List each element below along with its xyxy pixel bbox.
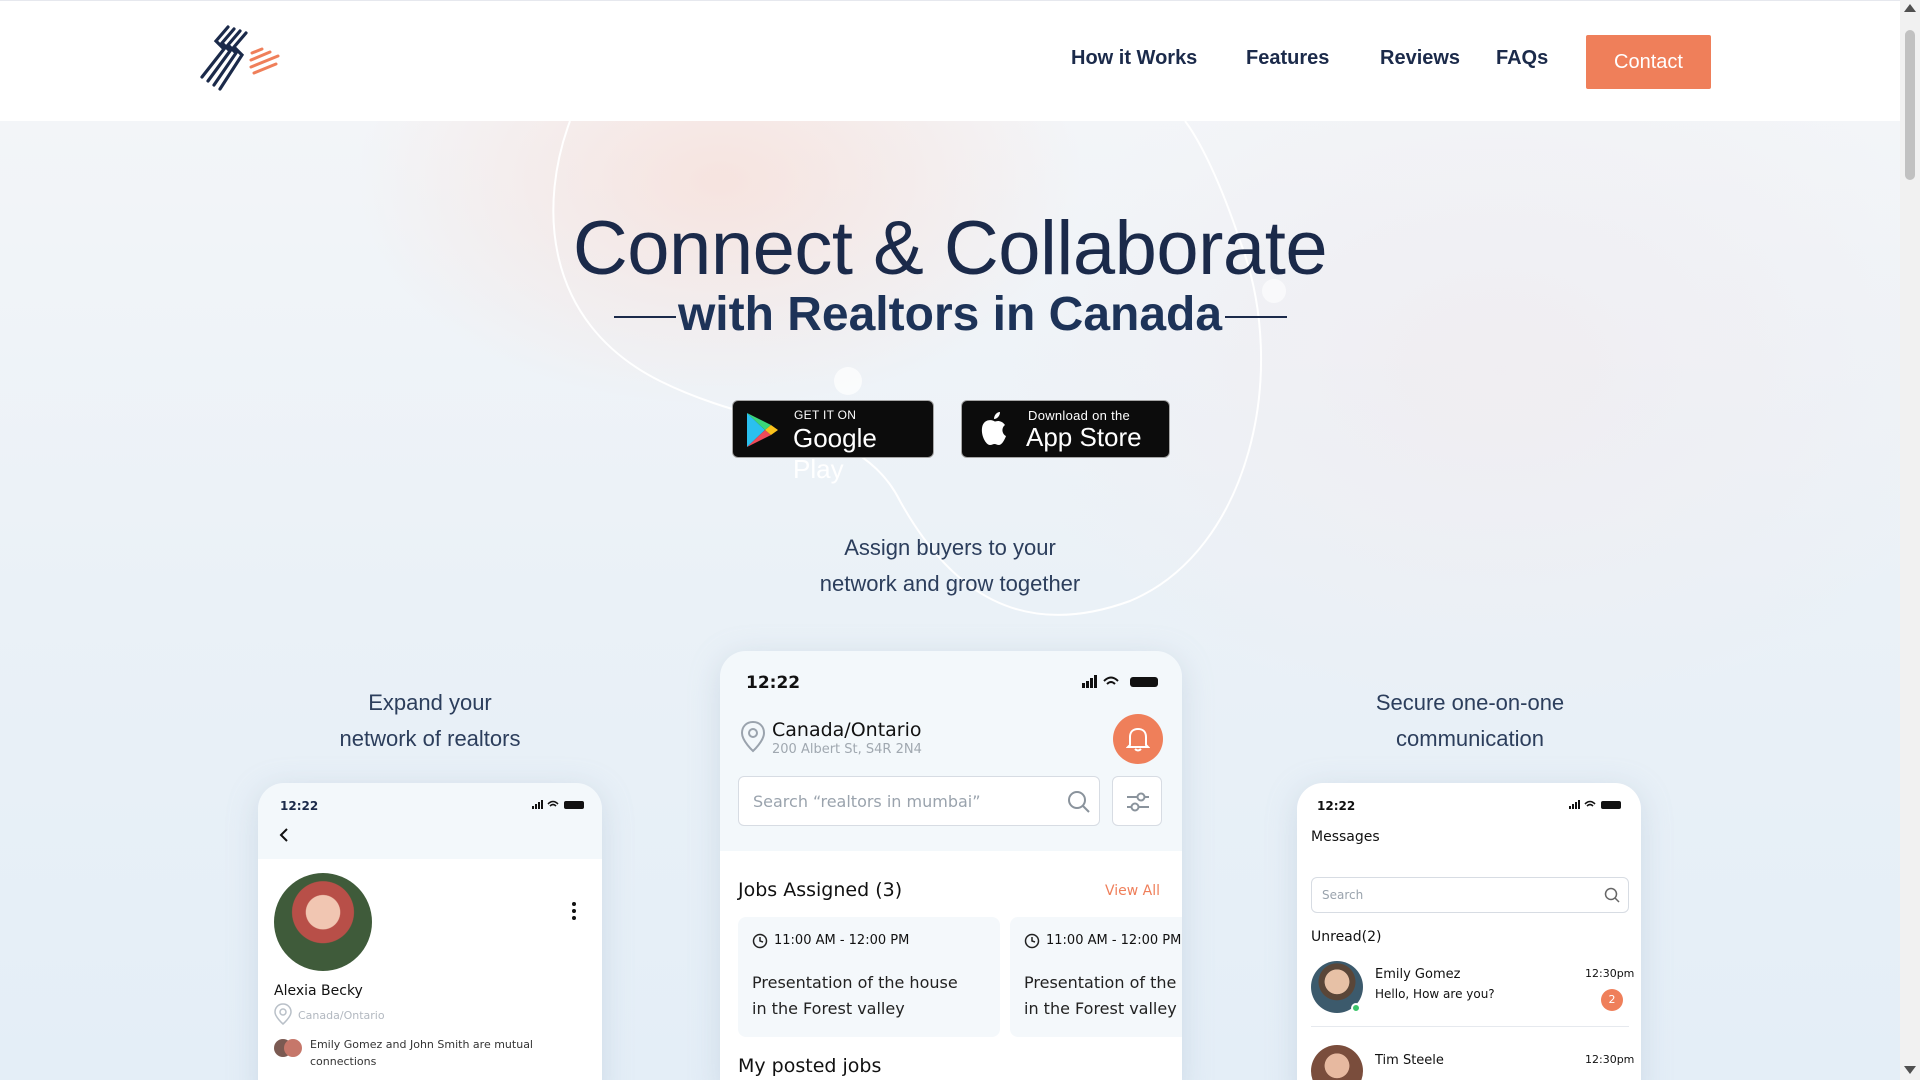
notification-button[interactable] xyxy=(1113,714,1163,764)
right-caption-line2: communication xyxy=(1396,726,1544,751)
contact-name: Emily Gomez xyxy=(1375,967,1461,982)
job-time: 11:00 AM - 12:00 PM xyxy=(1046,933,1182,948)
google-play-big: Google Play xyxy=(793,423,877,484)
status-icons xyxy=(1569,800,1621,809)
left-caption-line2: network of realtors xyxy=(339,726,521,751)
nav-features[interactable]: Features xyxy=(1246,47,1329,70)
stripes-logo-icon[interactable] xyxy=(188,25,284,99)
google-play-small: GET IT ON xyxy=(794,408,857,422)
job-title-line1: Presentation of the house xyxy=(752,973,958,992)
unread-badge: 2 xyxy=(1601,989,1623,1011)
status-icons xyxy=(1082,675,1158,688)
nav-reviews[interactable]: Reviews xyxy=(1380,47,1460,70)
app-store-big: App Store xyxy=(1026,422,1142,452)
right-phone-mockup: 12:22 Messages Search Unread(2) Emily Go… xyxy=(1297,783,1641,1080)
clock-icon xyxy=(1024,933,1040,949)
center-caption-line2: network and grow together xyxy=(819,571,1081,596)
status-icons xyxy=(532,800,584,809)
left-caption-line1: Expand your xyxy=(368,690,492,715)
online-indicator xyxy=(1351,1003,1361,1013)
scroll-down-icon[interactable] xyxy=(1904,1066,1916,1074)
message-time: 12:30pm xyxy=(1585,1053,1635,1066)
view-all-link[interactable]: View All xyxy=(1105,883,1160,899)
message-row[interactable]: Tim Steele 12:30pm xyxy=(1311,1045,1634,1080)
google-play-icon xyxy=(747,413,778,447)
messages-search-placeholder: Search xyxy=(1322,888,1364,902)
contact-name: Tim Steele xyxy=(1375,1053,1444,1068)
mutual-avatar-2 xyxy=(284,1039,302,1057)
site-header: How it Works Features Reviews FAQs Conta… xyxy=(0,0,1900,121)
left-phone-mockup: 12:22 Alexia Becky Canada/Ontario Emily … xyxy=(258,783,602,1080)
contact-button[interactable]: Contact xyxy=(1586,35,1711,89)
address-label: 200 Albert St, S4R 2N4 xyxy=(772,742,922,757)
clock-icon xyxy=(752,933,768,949)
center-phone-mockup: 12:22 Canada/Ontario 200 Albert St, S4R … xyxy=(720,651,1182,1080)
search-input[interactable]: Search “realtors in mumbai” xyxy=(738,776,1100,826)
messages-search-input[interactable]: Search xyxy=(1311,877,1629,913)
messages-title: Messages xyxy=(1311,829,1380,845)
unread-label: Unread(2) xyxy=(1311,929,1382,945)
filter-icon xyxy=(1127,792,1149,812)
apple-icon xyxy=(981,412,1006,445)
center-caption-line1: Assign buyers to your xyxy=(844,535,1056,560)
right-phone-time: 12:22 xyxy=(1317,799,1356,813)
job-title-line1: Presentation of the house xyxy=(1024,973,1182,992)
hero-title: Connect & Collaborate xyxy=(572,206,1328,291)
nav-faqs[interactable]: FAQs xyxy=(1496,47,1548,70)
profile-location: Canada/Ontario xyxy=(298,1009,385,1022)
job-time: 11:00 AM - 12:00 PM xyxy=(774,933,910,948)
back-icon[interactable] xyxy=(278,827,290,843)
location-pin-icon xyxy=(274,1003,292,1025)
hero-subtitle-wrap: with Realtors in Canada xyxy=(0,287,1900,342)
location-pin-icon xyxy=(740,721,766,753)
region-label[interactable]: Canada/Ontario xyxy=(772,719,922,741)
hero-subtitle: with Realtors in Canada xyxy=(677,288,1223,341)
job-title-line2: in the Forest valley xyxy=(752,999,905,1018)
scroll-up-icon[interactable] xyxy=(1904,4,1916,12)
profile-name: Alexia Becky xyxy=(274,983,363,999)
mutual-text: Emily Gomez and John Smith are mutual xyxy=(310,1038,533,1051)
message-row[interactable]: Emily Gomez Hello, How are you? 12:30pm … xyxy=(1311,961,1634,1027)
left-caption: Expand your network of realtors xyxy=(240,685,620,757)
bell-icon xyxy=(1126,727,1150,752)
job-card[interactable]: 11:00 AM - 12:00 PM Presentation of the … xyxy=(738,917,1000,1037)
jobs-assigned-title: Jobs Assigned (3) xyxy=(738,879,903,901)
mutual-text-2: connections xyxy=(310,1055,377,1068)
right-caption-line1: Secure one-on-one xyxy=(1375,690,1565,715)
hero-section: Connect & Collaborate with Realtors in C… xyxy=(0,121,1900,1080)
subtitle-rule-right xyxy=(1225,316,1287,318)
search-icon xyxy=(1068,791,1090,813)
left-phone-time: 12:22 xyxy=(280,799,319,813)
posted-jobs-title: My posted jobs xyxy=(738,1055,882,1077)
message-preview: Hello, How are you? xyxy=(1375,987,1495,1001)
center-phone-time: 12:22 xyxy=(746,673,801,693)
contact-avatar xyxy=(1311,1045,1363,1080)
page-scrollbar[interactable] xyxy=(1900,0,1920,1080)
profile-avatar xyxy=(274,873,372,971)
right-caption: Secure one-on-one communication xyxy=(1280,685,1660,757)
job-card[interactable]: 11:00 AM - 12:00 PM Presentation of the … xyxy=(1010,917,1182,1037)
center-caption: Assign buyers to your network and grow t… xyxy=(760,530,1140,602)
filter-button[interactable] xyxy=(1112,776,1162,826)
scroll-thumb[interactable] xyxy=(1905,30,1915,180)
nav-how-it-works[interactable]: How it Works xyxy=(1071,47,1197,70)
more-vertical-icon[interactable] xyxy=(571,901,577,921)
google-play-button[interactable]: GET IT ON Google Play xyxy=(732,400,934,484)
message-time: 12:30pm xyxy=(1585,967,1635,980)
app-store-button[interactable]: Download on the App Store xyxy=(961,400,1170,458)
search-placeholder: Search “realtors in mumbai” xyxy=(753,792,981,811)
job-title-line2: in the Forest valley xyxy=(1024,999,1177,1018)
search-icon xyxy=(1604,887,1620,903)
app-store-small: Download on the xyxy=(1028,408,1131,423)
